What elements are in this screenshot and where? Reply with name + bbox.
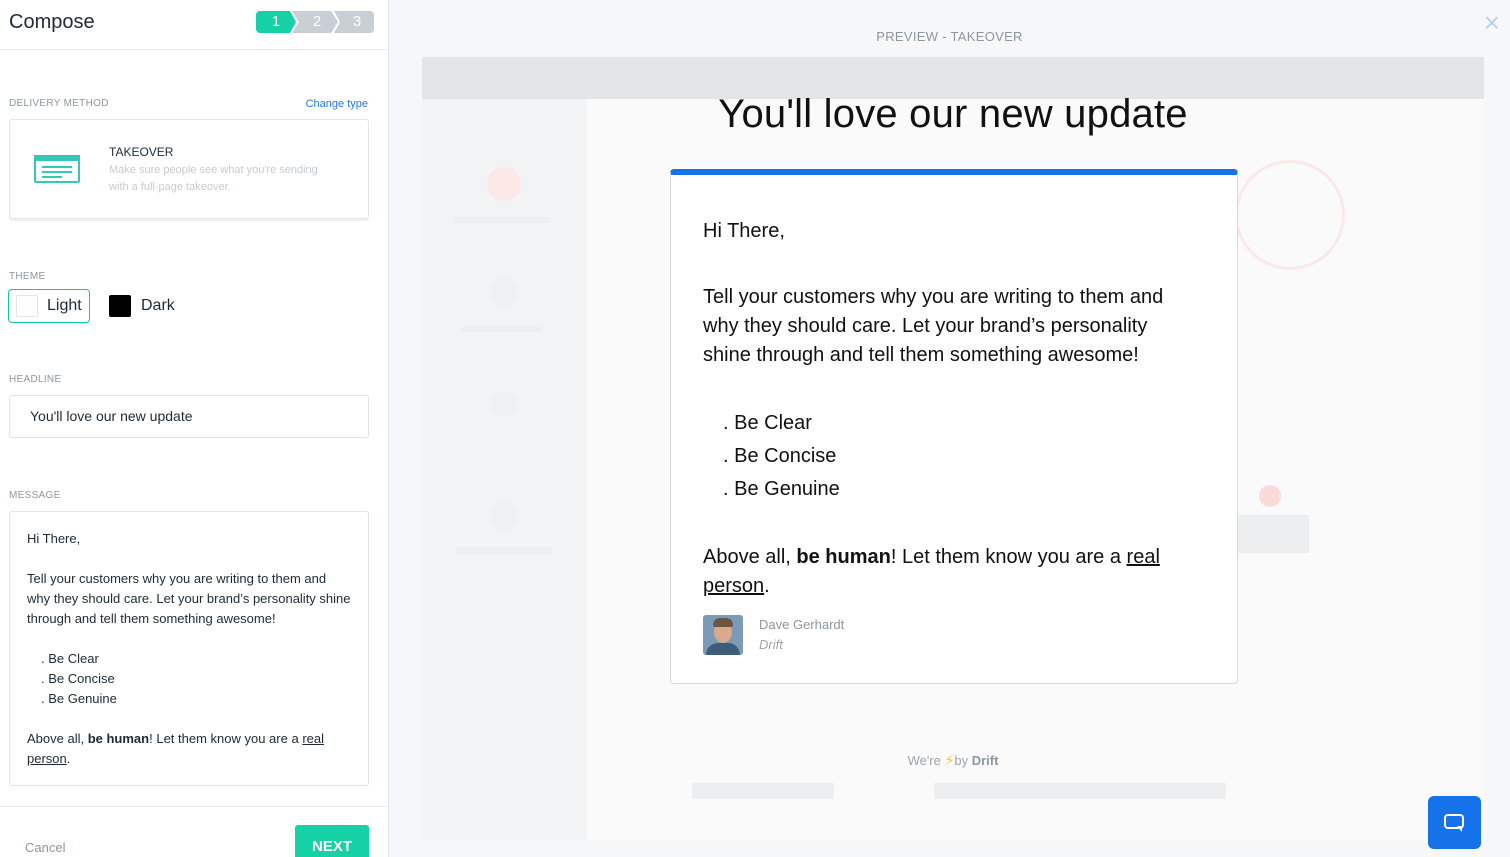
- headline-label: HEADLINE: [9, 374, 62, 385]
- message-label: MESSAGE: [9, 490, 61, 501]
- step-1[interactable]: 1: [256, 11, 296, 33]
- step-3[interactable]: 3: [334, 11, 374, 33]
- next-button[interactable]: NEXT: [295, 825, 369, 857]
- preview-headline: You'll love our new update: [718, 92, 1188, 136]
- preview-label: PREVIEW - TAKEOVER: [876, 29, 1023, 44]
- delivery-description: Make sure people see what you're sending…: [109, 164, 318, 193]
- compose-footer: Cancel NEXT: [0, 806, 389, 857]
- preview-closing-end: .: [764, 575, 770, 597]
- message-bullet: . Be Clear: [41, 651, 99, 666]
- change-type-link[interactable]: Change type: [306, 98, 368, 110]
- preview-closing-bold: be human: [796, 546, 891, 568]
- delivery-method-label: DELIVERY METHOD: [9, 98, 109, 109]
- theme-dark-option[interactable]: Dark: [109, 289, 175, 323]
- step-2[interactable]: 2: [292, 11, 338, 33]
- branding-prefix: We're: [907, 753, 941, 768]
- branding-by: by: [954, 753, 969, 768]
- bolt-icon: ⚡: [944, 752, 955, 768]
- closing-end: .: [66, 751, 71, 766]
- message-editor[interactable]: Hi There, Tell your customers why you ar…: [9, 511, 369, 786]
- preview-closing-prefix: Above all,: [703, 546, 797, 568]
- theme-dark-label: Dark: [141, 297, 175, 314]
- message-bullet: . Be Genuine: [41, 691, 117, 706]
- preview-greeting: Hi There,: [703, 220, 785, 242]
- preview-closing: Above all, be human! Let them know you a…: [703, 543, 1193, 601]
- closing-mid: ! Let them know you are a: [149, 731, 303, 746]
- avatar: [703, 615, 743, 655]
- author-org: Drift: [759, 637, 783, 652]
- chat-launcher-button[interactable]: [1428, 796, 1481, 849]
- powered-by-branding[interactable]: We're ⚡by Drift: [389, 752, 1510, 769]
- delivery-method-card[interactable]: TAKEOVER Make sure people see what you'r…: [9, 119, 369, 219]
- compose-panel: Compose 1 2 3 DELIVERY METHOD Change typ…: [0, 0, 389, 857]
- message-greeting: Hi There,: [27, 531, 81, 546]
- preview-body-text: Tell your customers why you are writing …: [703, 286, 1164, 366]
- light-swatch: [16, 295, 38, 317]
- author-name: Dave Gerhardt: [759, 617, 845, 632]
- preview-bullet: . Be Clear: [723, 412, 812, 434]
- preview-area: PREVIEW - TAKEOVER × You'll love our new…: [389, 0, 1510, 857]
- preview-bullet: . Be Genuine: [723, 478, 840, 500]
- background-ring: [1235, 160, 1345, 270]
- takeover-icon: [34, 155, 80, 183]
- step-indicator: 1 2 3: [256, 11, 374, 33]
- theme-label: THEME: [9, 271, 46, 282]
- closing-prefix: Above all,: [27, 731, 88, 746]
- close-icon[interactable]: ×: [1484, 8, 1500, 38]
- closing-bold: be human: [87, 731, 150, 746]
- cancel-button[interactable]: Cancel: [25, 840, 65, 855]
- preview-closing-mid: ! Let them know you are a: [890, 546, 1127, 568]
- preview-bullet: . Be Concise: [723, 445, 837, 467]
- headline-input[interactable]: You'll love our new update: [9, 395, 369, 438]
- theme-light-label: Light: [47, 297, 82, 314]
- theme-light-option[interactable]: Light: [8, 289, 90, 323]
- message-body: Tell your customers why you are writing …: [27, 571, 351, 626]
- page-title: Compose: [9, 11, 95, 33]
- delivery-name: TAKEOVER: [109, 145, 174, 159]
- branding-brand: Drift: [971, 753, 999, 768]
- message-bullet: . Be Concise: [41, 671, 115, 686]
- message-closing: Above all, be human! Let them know you a…: [27, 729, 351, 769]
- compose-header: Compose 1 2 3: [0, 0, 388, 50]
- background-sidebar: [422, 99, 587, 840]
- preview-message-body: Hi There, Tell your customers why you ar…: [703, 217, 1193, 601]
- dark-swatch: [109, 295, 131, 317]
- preview-message-card: Hi There, Tell your customers why you ar…: [670, 169, 1238, 684]
